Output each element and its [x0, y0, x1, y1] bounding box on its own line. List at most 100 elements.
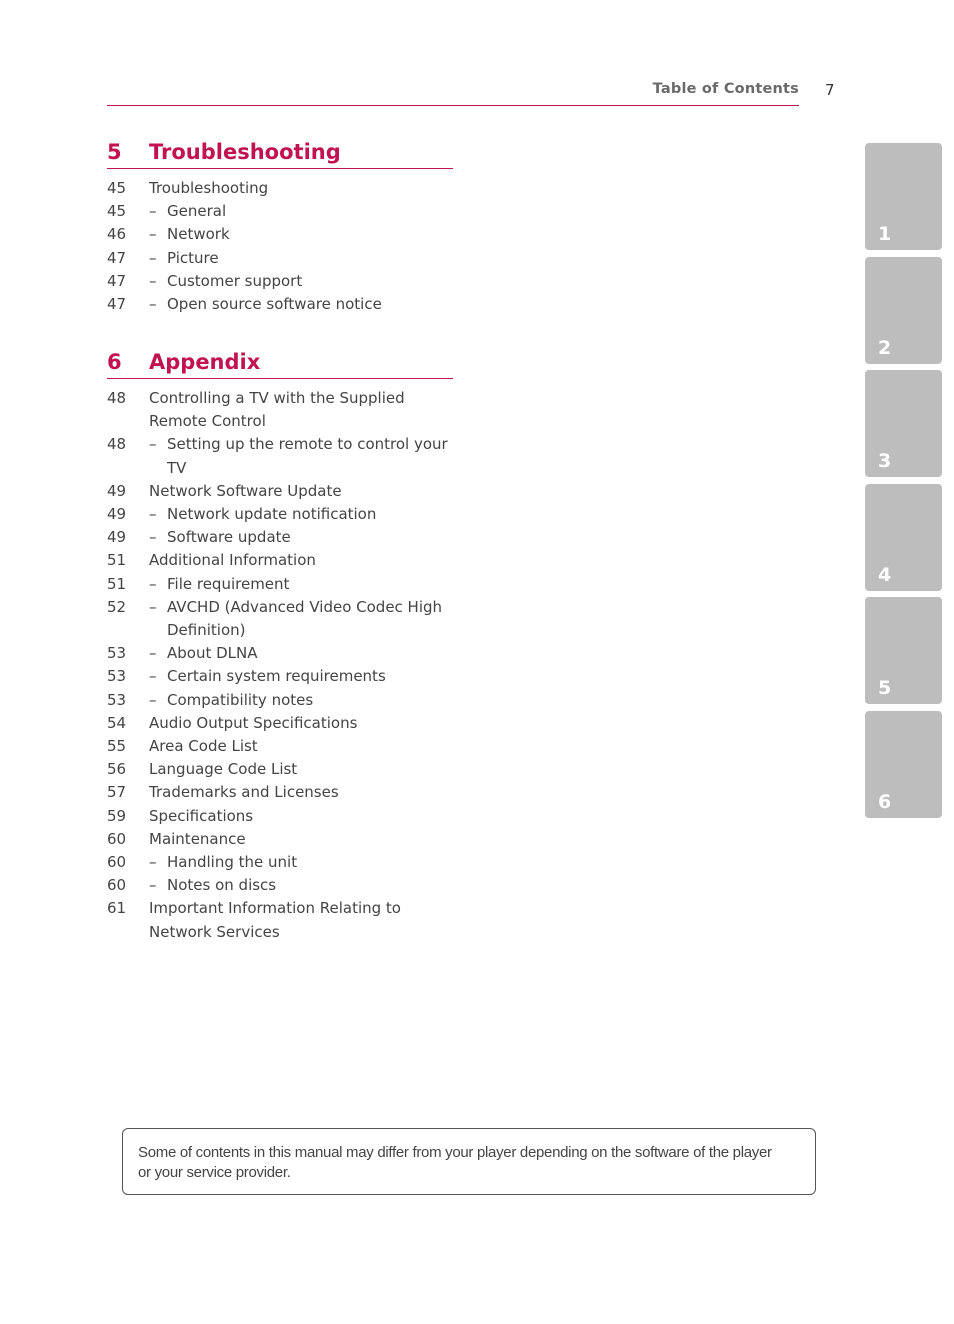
- notice-text: Some of contents in this manual may diff…: [138, 1144, 772, 1181]
- toc-entry[interactable]: 53 – Compatibility notes: [107, 689, 453, 712]
- toc-page-number: 53: [107, 667, 127, 686]
- toc-page-number: 54: [107, 713, 127, 732]
- toc-entry[interactable]: 61 Important Information Relating to Netw…: [107, 897, 453, 943]
- toc-entry[interactable]: 51 Additional Information: [107, 549, 453, 572]
- toc-entry-label: Software update: [167, 528, 291, 547]
- toc-page-number: 46: [107, 225, 127, 244]
- toc-entry[interactable]: 49 Network Software Update: [107, 480, 453, 503]
- toc-entry-label: Network: [167, 225, 230, 244]
- toc-entry[interactable]: 55 Area Code List: [107, 735, 453, 758]
- toc-page-number: 47: [107, 295, 127, 314]
- toc-entry[interactable]: 60 Maintenance: [107, 828, 453, 851]
- toc-entry-label: Open source software notice: [167, 295, 382, 314]
- toc-page-number: 55: [107, 737, 127, 756]
- chapter-tab-number: 1: [878, 223, 892, 245]
- toc-section-appendix: 6 Appendix 48 Controlling a TV with the S…: [107, 350, 453, 944]
- page-number: 7: [825, 81, 835, 99]
- toc-page-number: 49: [107, 505, 127, 524]
- section-number: 5: [107, 140, 122, 164]
- chapter-tab-5[interactable]: 5: [865, 597, 942, 704]
- dash-marker: –: [149, 295, 157, 314]
- toc-entry-text: – Open source software notice: [149, 293, 453, 316]
- toc-page-number: 61: [107, 899, 127, 918]
- toc-entry-text: – Compatibility notes: [149, 689, 453, 712]
- toc-entry[interactable]: 53 – Certain system requirements: [107, 665, 453, 688]
- toc-entry[interactable]: 45 – General: [107, 200, 453, 223]
- chapter-tab-number: 6: [878, 790, 892, 813]
- toc-entry[interactable]: 60 – Handling the unit: [107, 851, 453, 874]
- toc-entry-label: Certain system requirements: [167, 667, 386, 686]
- toc-entry-text: – Certain system requirements: [149, 665, 453, 688]
- chapter-tab-number: 5: [878, 677, 892, 699]
- toc-entry[interactable]: 48 Controlling a TV with the Supplied Rem…: [107, 387, 453, 433]
- toc-entry-text: – Handling the unit: [149, 851, 453, 874]
- toc-entry-label: Audio Output Specifications: [149, 713, 358, 732]
- dash-marker: –: [149, 248, 157, 267]
- toc-entry-label: About DLNA: [167, 644, 258, 663]
- chapter-tab-4[interactable]: 4: [865, 483, 942, 591]
- toc-entry[interactable]: 48 – Setting up the remote to control your…: [107, 433, 453, 479]
- toc-page-number: 60: [107, 853, 127, 872]
- dash-marker: –: [149, 271, 157, 290]
- toc-entry[interactable]: 46 – Network: [107, 223, 453, 246]
- toc-entry[interactable]: 54 Audio Output Specifications: [107, 712, 453, 735]
- toc-entry[interactable]: 52 – AVCHD (Advanced Video Codec High Defi…: [107, 596, 453, 642]
- dash-marker: –: [149, 597, 157, 616]
- toc-entry-label: Area Code List: [149, 737, 258, 756]
- toc-entry-label: Handling the unit: [167, 853, 298, 872]
- toc-entry-text: Controlling a TV with the Supplied Remot…: [149, 387, 453, 433]
- notice-box: Some of contents in this manual may diff…: [122, 1128, 816, 1195]
- toc-entry[interactable]: 56 Language Code List: [107, 758, 453, 781]
- dash-marker: –: [149, 574, 157, 593]
- toc-page-number: 47: [107, 248, 127, 267]
- toc-entry-label: Network update notification: [167, 505, 377, 524]
- toc-entry-text: Language Code List: [149, 758, 453, 781]
- dash-marker: –: [149, 528, 157, 547]
- chapter-tab-2[interactable]: 2: [865, 256, 942, 364]
- toc-entry[interactable]: 45 Troubleshooting: [107, 177, 453, 200]
- toc-entry[interactable]: 47 – Customer support: [107, 270, 453, 293]
- toc-entry[interactable]: 47 – Open source software notice: [107, 293, 453, 316]
- toc-entry-label: Language Code List: [149, 760, 298, 779]
- chapter-tab-number: 2: [878, 336, 892, 359]
- toc-entry-label: Controlling a TV with the Supplied Remot…: [149, 389, 405, 431]
- toc-entries: 45 Troubleshooting 45– General 46– Network 47–…: [107, 177, 453, 316]
- toc-entry-text: – Software update: [149, 526, 453, 549]
- toc-entry-label: Specifications: [149, 806, 254, 825]
- chapter-tab-6[interactable]: 6: [865, 710, 942, 818]
- toc-entry[interactable]: 49 – Network update notification: [107, 503, 453, 526]
- toc-entry[interactable]: 60 – Notes on discs: [107, 874, 453, 897]
- toc-entry-label: Important Information Relating to Networ…: [149, 899, 401, 941]
- section-title: Troubleshooting: [149, 140, 341, 164]
- toc-page-number: 45: [107, 202, 127, 221]
- toc-entry[interactable]: 51 – File requirement: [107, 573, 453, 596]
- toc-page-number: 51: [107, 574, 127, 593]
- toc-section-troubleshooting: 5 Troubleshooting 45 Troubleshooting 45– Ge…: [107, 140, 453, 316]
- toc-entry-label: AVCHD (Advanced Video Codec High Definit…: [167, 597, 443, 640]
- chapter-tab-number: 4: [878, 563, 892, 586]
- section-title: Appendix: [149, 350, 261, 374]
- chapter-tab-3[interactable]: 3: [865, 370, 942, 477]
- toc-entry-label: Picture: [167, 248, 219, 267]
- toc-page-number: 60: [107, 876, 127, 895]
- toc-page-number: 52: [107, 597, 127, 616]
- toc-entry-text: Specifications: [149, 805, 453, 828]
- toc-entry-text: – Picture: [149, 247, 453, 270]
- toc-page-number: 49: [107, 528, 127, 547]
- chapter-tab-1[interactable]: 1: [865, 143, 942, 250]
- toc-entry-text: Area Code List: [149, 735, 453, 758]
- toc-entry-text: Important Information Relating to Networ…: [149, 897, 453, 943]
- toc-entry[interactable]: 53 – About DLNA: [107, 642, 453, 665]
- toc-entry[interactable]: 57 Trademarks and Licenses: [107, 781, 453, 804]
- toc-entry[interactable]: 59 Specifications: [107, 805, 453, 828]
- toc-entry-label: Notes on discs: [167, 876, 277, 895]
- dash-marker: –: [149, 876, 157, 895]
- toc-page-number: 48: [107, 435, 127, 454]
- toc-entry[interactable]: 49 – Software update: [107, 526, 453, 549]
- toc-entry[interactable]: 47 – Picture: [107, 247, 453, 270]
- section-number: 6: [107, 350, 122, 374]
- toc-entry-text: Trademarks and Licenses: [149, 781, 453, 804]
- toc-entry-label: Trademarks and Licenses: [149, 783, 339, 802]
- toc-entry-text: Network Software Update: [149, 480, 453, 503]
- toc-entry-text: Audio Output Specifications: [149, 712, 453, 735]
